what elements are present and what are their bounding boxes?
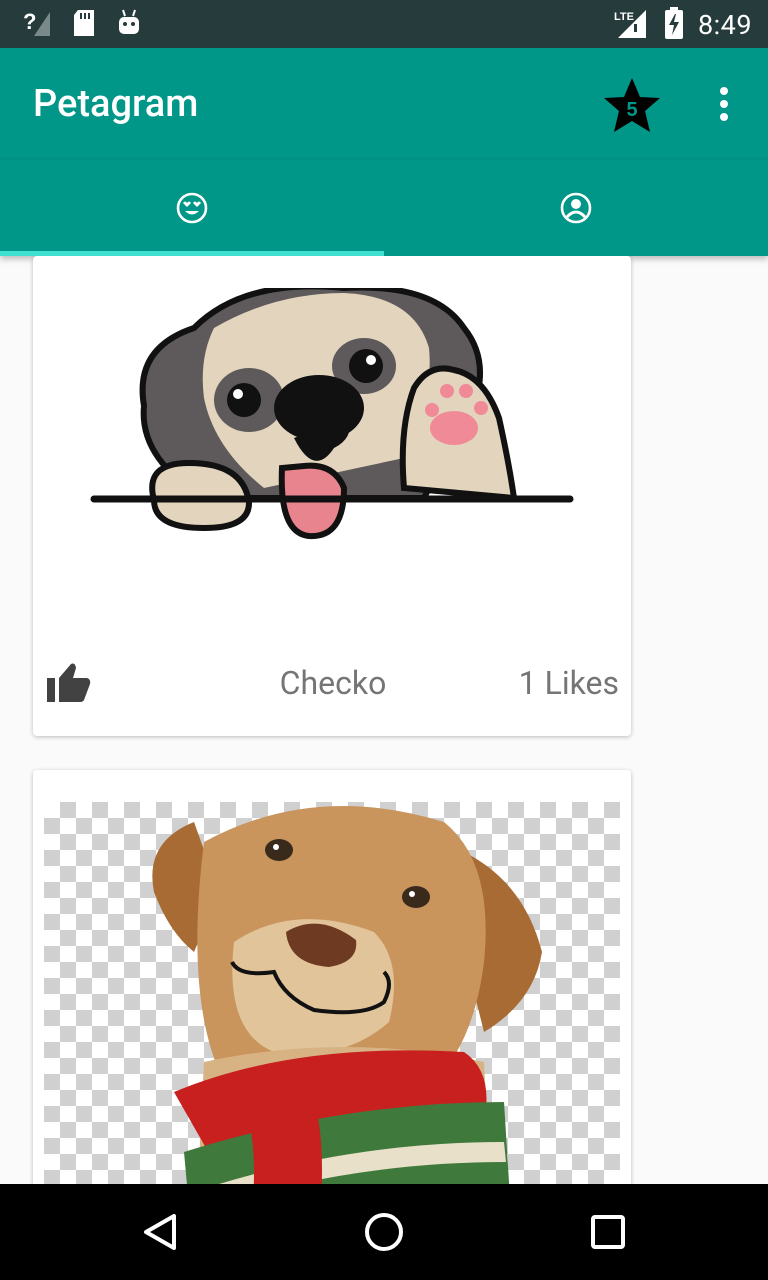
android-icon: [116, 8, 142, 42]
nav-recents-button[interactable]: [584, 1208, 632, 1256]
pet-card-footer: Checko 1 Likes: [33, 656, 631, 712]
overflow-menu-button[interactable]: [712, 86, 736, 122]
heart-eyes-face-icon: [176, 192, 208, 224]
pet-image: [44, 802, 620, 1184]
star-icon: 5: [604, 78, 660, 132]
clock: 8:49: [697, 9, 752, 41]
no-signal-icon: ?: [22, 8, 52, 42]
tab-bar: [0, 160, 768, 256]
back-icon: [144, 1214, 176, 1250]
battery-charging-icon: [664, 6, 684, 44]
favorites-count: 5: [626, 99, 637, 121]
pet-card: Checko 1 Likes: [33, 256, 631, 736]
recents-icon: [591, 1215, 625, 1249]
home-icon: [365, 1213, 403, 1251]
lte-signal-icon: LTE: [614, 6, 650, 44]
pet-list[interactable]: Checko 1 Likes: [0, 256, 768, 1184]
pet-image: [44, 288, 620, 646]
more-vert-icon: [720, 87, 728, 121]
nav-back-button[interactable]: [136, 1208, 184, 1256]
tab-pets[interactable]: [0, 160, 384, 256]
pet-name: Checko: [279, 664, 387, 702]
pet-card: [33, 770, 631, 1184]
svg-text:?: ?: [23, 9, 36, 34]
account-circle-icon: [560, 192, 592, 224]
status-bar: ? LTE 8:49: [0, 0, 768, 48]
navigation-bar: [0, 1184, 768, 1280]
tab-profile[interactable]: [384, 160, 768, 256]
svg-text:LTE: LTE: [614, 11, 634, 23]
app-title: Petagram: [33, 82, 199, 126]
nav-home-button[interactable]: [360, 1208, 408, 1256]
sd-card-icon: [72, 8, 96, 42]
like-button[interactable]: [45, 660, 91, 706]
likes-count: 1 Likes: [518, 664, 619, 702]
thumb-up-icon: [47, 663, 91, 702]
favorites-button[interactable]: 5: [602, 76, 662, 134]
